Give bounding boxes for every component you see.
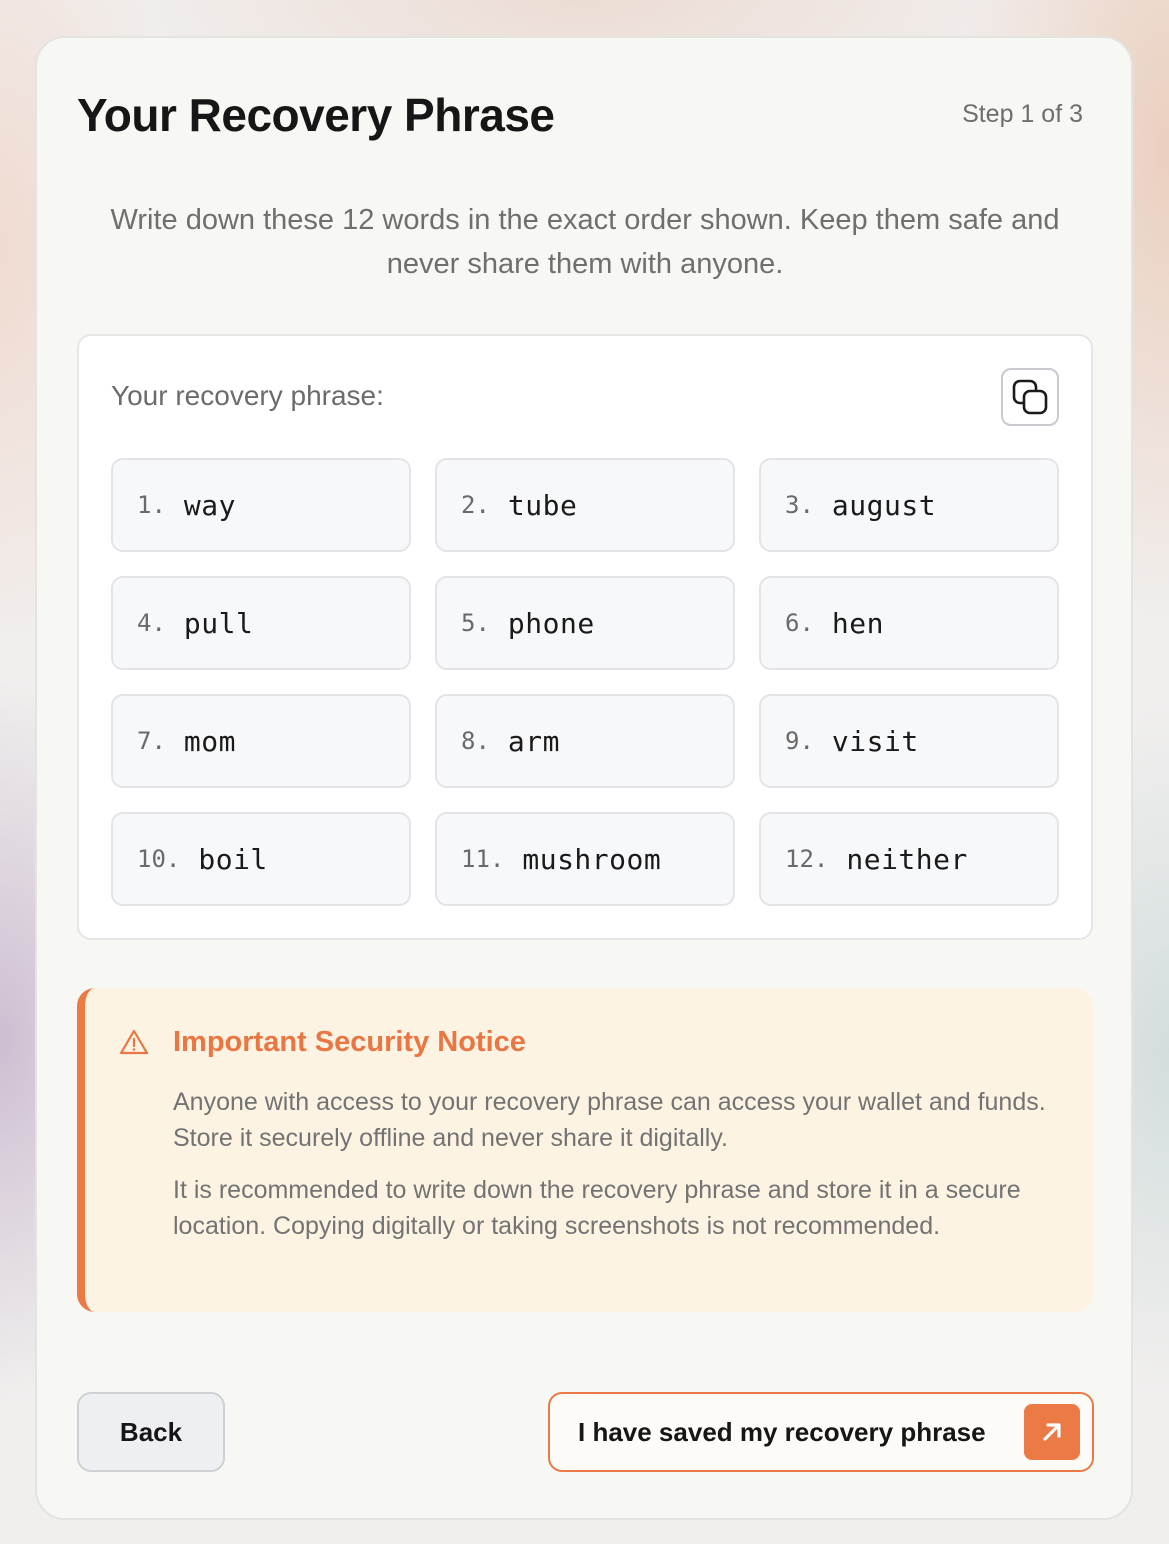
word-text: august — [831, 488, 937, 522]
word-number: 10. — [137, 845, 181, 873]
arrow-up-right-icon — [1024, 1404, 1080, 1460]
page-title: Your Recovery Phrase — [77, 89, 555, 141]
notice-paragraph: Anyone with access to your recovery phra… — [173, 1088, 1046, 1152]
back-button[interactable]: Back — [77, 1392, 225, 1472]
word-text: pull — [183, 606, 254, 640]
recovery-phrase-card: Your Recovery Phrase Step 1 of 3 Write d… — [35, 36, 1133, 1520]
phrase-word: 10. boil — [111, 812, 411, 906]
word-text: boil — [198, 842, 268, 876]
word-number: 8. — [461, 727, 490, 755]
word-text: mushroom — [522, 842, 662, 876]
word-text: way — [183, 488, 236, 522]
word-number: 1. — [137, 491, 166, 519]
word-number: 12. — [785, 845, 829, 873]
word-text: neither — [846, 842, 968, 876]
word-grid: 1. way 2. tube 3. august 4. pull 5. phone 6. h… — [111, 458, 1059, 906]
word-text: tube — [507, 488, 578, 522]
phrase-label: Your recovery phrase: — [111, 380, 384, 411]
word-number: 7. — [137, 727, 166, 755]
phrase-word: 2. tube — [435, 458, 735, 552]
phrase-word: 7. mom — [111, 694, 411, 788]
word-number: 9. — [785, 727, 814, 755]
step-indicator: Step 1 of 3 — [962, 100, 1083, 128]
word-number: 6. — [785, 609, 814, 637]
notice-paragraph: It is recommended to write down the reco… — [173, 1176, 1021, 1240]
phrase-word: 9. visit — [759, 694, 1059, 788]
word-number: 2. — [461, 491, 490, 519]
phrase-word: 5. phone — [435, 576, 735, 670]
phrase-word: 8. arm — [435, 694, 735, 788]
word-text: phone — [507, 606, 595, 640]
warning-icon — [119, 1029, 149, 1055]
word-number: 3. — [785, 491, 814, 519]
phrase-word: 1. way — [111, 458, 411, 552]
word-number: 5. — [461, 609, 490, 637]
confirm-saved-label: I have saved my recovery phrase — [578, 1416, 986, 1447]
word-number: 4. — [137, 609, 166, 637]
notice-title: Important Security Notice — [173, 1026, 526, 1058]
phrase-word: 12. neither — [759, 812, 1059, 906]
phrase-panel: Your recovery phrase: 1. way 2. tube 3. aug… — [77, 334, 1093, 940]
copy-button[interactable] — [1001, 368, 1059, 426]
word-number: 11. — [461, 845, 505, 873]
copy-icon — [1012, 379, 1048, 415]
security-notice: Important Security Notice Anyone with ac… — [77, 988, 1093, 1312]
word-text: hen — [831, 606, 884, 640]
phrase-word: 3. august — [759, 458, 1059, 552]
instructions-text: Write down these 12 words in the exact o… — [110, 204, 1060, 280]
phrase-word: 4. pull — [111, 576, 411, 670]
word-text: mom — [183, 724, 236, 758]
word-text: visit — [831, 724, 919, 758]
phrase-word: 11. mushroom — [435, 812, 735, 906]
phrase-word: 6. hen — [759, 576, 1059, 670]
word-text: arm — [507, 724, 560, 758]
confirm-saved-button[interactable]: I have saved my recovery phrase — [548, 1392, 1094, 1472]
